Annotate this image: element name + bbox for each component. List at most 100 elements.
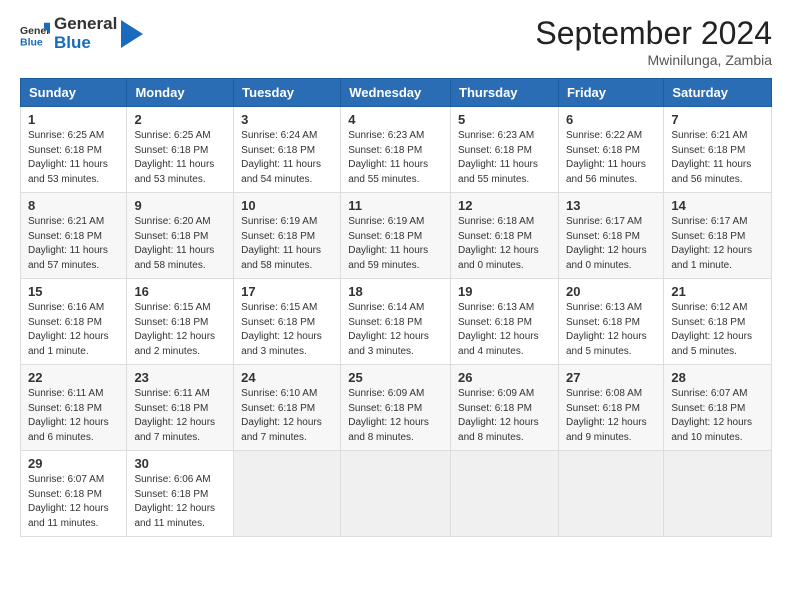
calendar-header-row: Sunday Monday Tuesday Wednesday Thursday… bbox=[21, 79, 772, 107]
table-row: 9 Sunrise: 6:20 AMSunset: 6:18 PMDaylight… bbox=[127, 193, 234, 279]
table-row: 12Sunrise: 6:18 AMSunset: 6:18 PMDayligh… bbox=[451, 193, 559, 279]
table-row: 7 Sunrise: 6:21 AMSunset: 6:18 PMDaylight… bbox=[664, 107, 772, 193]
table-row: 21Sunrise: 6:12 AMSunset: 6:18 PMDayligh… bbox=[664, 279, 772, 365]
col-tuesday: Tuesday bbox=[234, 79, 341, 107]
day-number: 26 bbox=[458, 370, 551, 385]
table-row: 29 Sunrise: 6:07 AMSunset: 6:18 PMDayligh… bbox=[21, 451, 127, 537]
col-monday: Monday bbox=[127, 79, 234, 107]
location: Mwinilunga, Zambia bbox=[535, 52, 772, 68]
day-number: 11 bbox=[348, 198, 443, 213]
day-number: 19 bbox=[458, 284, 551, 299]
calendar-week-row: 8 Sunrise: 6:21 AMSunset: 6:18 PMDaylight… bbox=[21, 193, 772, 279]
table-row: 5 Sunrise: 6:23 AMSunset: 6:18 PMDaylight… bbox=[451, 107, 559, 193]
day-info: Sunrise: 6:21 AMSunset: 6:18 PMDaylight:… bbox=[28, 215, 119, 273]
table-row: 26 Sunrise: 6:09 AMSunset: 6:18 PMDayligh… bbox=[451, 365, 559, 451]
day-info: Sunrise: 6:23 AMSunset: 6:18 PMDaylight:… bbox=[458, 129, 551, 187]
table-row: 25 Sunrise: 6:09 AMSunset: 6:18 PMDayligh… bbox=[341, 365, 451, 451]
day-info: Sunrise: 6:16 AMSunset: 6:18 PMDaylight:… bbox=[28, 301, 119, 359]
day-number: 17 bbox=[241, 284, 333, 299]
day-number: 27 bbox=[566, 370, 656, 385]
logo-icon: General Blue bbox=[20, 19, 50, 49]
calendar-week-row: 15Sunrise: 6:16 AMSunset: 6:18 PMDayligh… bbox=[21, 279, 772, 365]
table-row bbox=[234, 451, 341, 537]
day-number: 9 bbox=[134, 198, 226, 213]
logo-blue-text: Blue bbox=[54, 34, 117, 53]
day-number: 29 bbox=[28, 456, 119, 471]
day-info: Sunrise: 6:06 AMSunset: 6:18 PMDaylight:… bbox=[134, 473, 226, 531]
logo-arrow-icon bbox=[121, 20, 143, 48]
day-number: 3 bbox=[241, 112, 333, 127]
day-number: 7 bbox=[671, 112, 764, 127]
day-number: 13 bbox=[566, 198, 656, 213]
table-row bbox=[341, 451, 451, 537]
table-row: 8 Sunrise: 6:21 AMSunset: 6:18 PMDaylight… bbox=[21, 193, 127, 279]
table-row bbox=[451, 451, 559, 537]
day-number: 2 bbox=[134, 112, 226, 127]
day-info: Sunrise: 6:19 AMSunset: 6:18 PMDaylight:… bbox=[241, 215, 333, 273]
table-row: 28Sunrise: 6:07 AMSunset: 6:18 PMDayligh… bbox=[664, 365, 772, 451]
table-row: 24Sunrise: 6:10 AMSunset: 6:18 PMDayligh… bbox=[234, 365, 341, 451]
table-row: 19 Sunrise: 6:13 AMSunset: 6:18 PMDayligh… bbox=[451, 279, 559, 365]
day-info: Sunrise: 6:08 AMSunset: 6:18 PMDaylight:… bbox=[566, 387, 656, 445]
day-number: 10 bbox=[241, 198, 333, 213]
table-row bbox=[558, 451, 663, 537]
table-row: 23Sunrise: 6:11 AMSunset: 6:18 PMDayligh… bbox=[127, 365, 234, 451]
calendar-week-row: 22Sunrise: 6:11 AMSunset: 6:18 PMDayligh… bbox=[21, 365, 772, 451]
table-row: 1Sunrise: 6:25 AMSunset: 6:18 PMDaylight… bbox=[21, 107, 127, 193]
col-saturday: Saturday bbox=[664, 79, 772, 107]
day-number: 18 bbox=[348, 284, 443, 299]
col-thursday: Thursday bbox=[451, 79, 559, 107]
day-number: 1 bbox=[28, 112, 119, 127]
day-number: 20 bbox=[566, 284, 656, 299]
day-info: Sunrise: 6:19 AMSunset: 6:18 PMDaylight:… bbox=[348, 215, 443, 273]
day-number: 30 bbox=[134, 456, 226, 471]
table-row: 11 Sunrise: 6:19 AMSunset: 6:18 PMDayligh… bbox=[341, 193, 451, 279]
month-title: September 2024 bbox=[535, 15, 772, 52]
day-number: 24 bbox=[241, 370, 333, 385]
logo: General Blue General Blue bbox=[20, 15, 143, 52]
table-row: 18 Sunrise: 6:14 AMSunset: 6:18 PMDayligh… bbox=[341, 279, 451, 365]
day-number: 4 bbox=[348, 112, 443, 127]
day-info: Sunrise: 6:24 AMSunset: 6:18 PMDaylight:… bbox=[241, 129, 333, 187]
table-row: 6 Sunrise: 6:22 AMSunset: 6:18 PMDaylight… bbox=[558, 107, 663, 193]
day-info: Sunrise: 6:23 AMSunset: 6:18 PMDaylight:… bbox=[348, 129, 443, 187]
day-info: Sunrise: 6:22 AMSunset: 6:18 PMDaylight:… bbox=[566, 129, 656, 187]
day-number: 14 bbox=[671, 198, 764, 213]
day-info: Sunrise: 6:14 AMSunset: 6:18 PMDaylight:… bbox=[348, 301, 443, 359]
day-number: 6 bbox=[566, 112, 656, 127]
day-info: Sunrise: 6:13 AMSunset: 6:18 PMDaylight:… bbox=[458, 301, 551, 359]
day-number: 8 bbox=[28, 198, 119, 213]
day-info: Sunrise: 6:15 AMSunset: 6:18 PMDaylight:… bbox=[241, 301, 333, 359]
day-info: Sunrise: 6:20 AMSunset: 6:18 PMDaylight:… bbox=[134, 215, 226, 273]
day-info: Sunrise: 6:17 AMSunset: 6:18 PMDaylight:… bbox=[671, 215, 764, 273]
day-info: Sunrise: 6:09 AMSunset: 6:18 PMDaylight:… bbox=[348, 387, 443, 445]
day-info: Sunrise: 6:07 AMSunset: 6:18 PMDaylight:… bbox=[671, 387, 764, 445]
page: General Blue General Blue September 2024… bbox=[0, 0, 792, 552]
table-row: 22Sunrise: 6:11 AMSunset: 6:18 PMDayligh… bbox=[21, 365, 127, 451]
day-number: 23 bbox=[134, 370, 226, 385]
day-number: 16 bbox=[134, 284, 226, 299]
table-row bbox=[664, 451, 772, 537]
table-row: 30 Sunrise: 6:06 AMSunset: 6:18 PMDayligh… bbox=[127, 451, 234, 537]
col-sunday: Sunday bbox=[21, 79, 127, 107]
table-row: 13Sunrise: 6:17 AMSunset: 6:18 PMDayligh… bbox=[558, 193, 663, 279]
table-row: 3 Sunrise: 6:24 AMSunset: 6:18 PMDaylight… bbox=[234, 107, 341, 193]
table-row: 27 Sunrise: 6:08 AMSunset: 6:18 PMDayligh… bbox=[558, 365, 663, 451]
day-number: 25 bbox=[348, 370, 443, 385]
header: General Blue General Blue September 2024… bbox=[20, 15, 772, 68]
day-number: 21 bbox=[671, 284, 764, 299]
table-row: 16Sunrise: 6:15 AMSunset: 6:18 PMDayligh… bbox=[127, 279, 234, 365]
table-row: 10 Sunrise: 6:19 AMSunset: 6:18 PMDayligh… bbox=[234, 193, 341, 279]
table-row: 15Sunrise: 6:16 AMSunset: 6:18 PMDayligh… bbox=[21, 279, 127, 365]
calendar-week-row: 1 Sunrise: 6:25 AMSunset: 6:18 PMDaylight… bbox=[21, 107, 772, 193]
day-info: Sunrise: 6:07 AMSunset: 6:18 PMDaylight:… bbox=[28, 473, 119, 531]
calendar-week-row: 29 Sunrise: 6:07 AMSunset: 6:18 PMDayligh… bbox=[21, 451, 772, 537]
day-info: Sunrise: 6:21 AMSunset: 6:18 PMDaylight:… bbox=[671, 129, 764, 187]
day-info: Sunrise: 6:13 AMSunset: 6:18 PMDaylight:… bbox=[566, 301, 656, 359]
table-row: 2 Sunrise: 6:25 AMSunset: 6:18 PMDaylight… bbox=[127, 107, 234, 193]
day-info: Sunrise: 6:25 AMSunset: 6:18 PMDaylight:… bbox=[134, 129, 226, 187]
svg-text:Blue: Blue bbox=[20, 36, 43, 48]
day-info: Sunrise: 6:09 AMSunset: 6:18 PMDaylight:… bbox=[458, 387, 551, 445]
day-number: 5 bbox=[458, 112, 551, 127]
table-row: 14 Sunrise: 6:17 AMSunset: 6:18 PMDayligh… bbox=[664, 193, 772, 279]
